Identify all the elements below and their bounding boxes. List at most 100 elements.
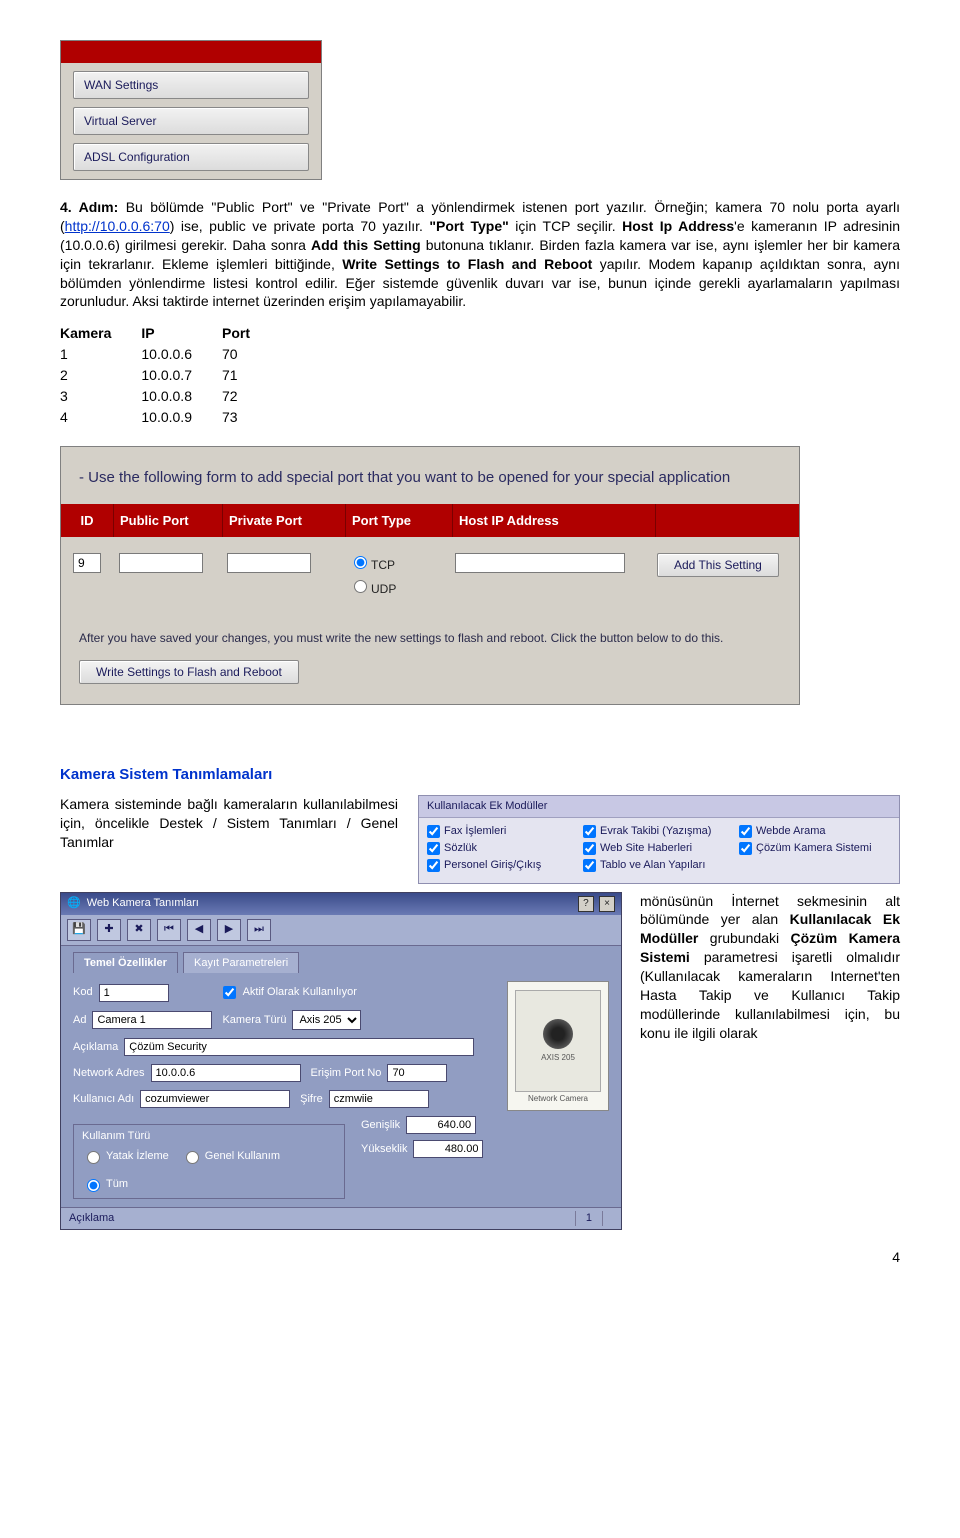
ad-label: Ad [73, 1013, 86, 1028]
section-heading-kamera-sistem: Kamera Sistem Tanımlamaları [60, 765, 900, 785]
th-ip: IP [141, 323, 222, 344]
aktif-checkbox[interactable] [223, 986, 236, 999]
tab-temel[interactable]: Temel Özellikler [73, 952, 178, 974]
mod-evrak[interactable]: Evrak Takibi (Yazışma) [583, 824, 735, 839]
gen-label: Genişlik [361, 1118, 400, 1133]
col-port-type: Port Type [346, 504, 453, 538]
aciklama-label: Açıklama [73, 1040, 118, 1055]
menu-wan-settings[interactable]: WAN Settings [73, 71, 309, 99]
add-this-setting-button[interactable]: Add This Setting [657, 553, 779, 577]
step4-lead: 4. Adım: [60, 199, 118, 215]
mod-fax[interactable]: Fax İşlemleri [427, 824, 579, 839]
section2-left-text: Kamera sisteminde bağlı kameraların kull… [60, 795, 398, 852]
col-private-port: Private Port [223, 504, 346, 538]
table-row: 110.0.0.670 [60, 344, 280, 365]
wk-toolbar: 💾 ✚ ✖ ⏮ ◀ ▶ ⏭ [61, 915, 621, 946]
user-label: Kullanıcı Adı [73, 1092, 134, 1107]
ek-moduller-title: Kullanılacak Ek Modüller [419, 796, 899, 818]
new-icon[interactable]: ✚ [97, 919, 121, 941]
right-text-block: mönüsünün İnternet sekmesinin alt bölümü… [640, 892, 900, 1043]
status-count: 1 [586, 1211, 603, 1226]
delete-icon[interactable]: ✖ [127, 919, 151, 941]
vs-hint-text: - Use the following form to add special … [61, 447, 799, 504]
nav-last-icon[interactable]: ⏭ [247, 919, 271, 941]
mod-tablo-alan[interactable]: Tablo ve Alan Yapıları [583, 858, 735, 873]
kullanim-turu-box: Kullanım Türü Yatak İzleme Genel Kullanı… [73, 1124, 345, 1199]
port-label: Erişim Port No [311, 1066, 382, 1081]
private-port-input[interactable] [227, 553, 311, 573]
paragraph-step4: 4. Adım: Bu bölümde "Public Port" ve "Pr… [60, 198, 900, 311]
host-ip-input[interactable] [455, 553, 625, 573]
th-kamera: Kamera [60, 323, 141, 344]
vs-input-row: TCP UDP Add This Setting [61, 537, 799, 615]
radio-udp-label[interactable]: UDP [349, 577, 443, 597]
menu-virtual-server[interactable]: Virtual Server [73, 107, 309, 135]
yuk-label: Yükseklik [361, 1142, 407, 1157]
naddr-input[interactable] [151, 1064, 301, 1082]
radio-udp[interactable] [354, 580, 367, 593]
radio-tcp-label[interactable]: TCP [349, 553, 443, 573]
nav-next-icon[interactable]: ▶ [217, 919, 241, 941]
wk-title: Web Kamera Tanımları [87, 896, 570, 911]
gen-input[interactable] [406, 1116, 476, 1134]
opt-tum[interactable]: Tüm [82, 1176, 128, 1192]
turu-label: Kamera Türü [222, 1013, 286, 1028]
write-settings-reboot-button[interactable]: Write Settings to Flash and Reboot [79, 660, 299, 684]
example-url-link[interactable]: http://10.0.0.6:70 [65, 218, 170, 234]
naddr-label: Network Adres [73, 1066, 145, 1081]
mod-webde-arama[interactable]: Webde Arama [739, 824, 891, 839]
save-icon[interactable]: 💾 [67, 919, 91, 941]
wk-titlebar: 🌐 Web Kamera Tanımları ? × [61, 893, 621, 915]
aktif-label: Aktif Olarak Kullanılıyor [243, 985, 357, 1000]
tab-kayit[interactable]: Kayıt Parametreleri [183, 952, 299, 974]
col-public-port: Public Port [114, 504, 223, 538]
menu-adsl-config[interactable]: ADSL Configuration [73, 143, 309, 171]
turu-select[interactable]: Axis 205 [292, 1010, 361, 1030]
mod-sozluk[interactable]: Sözlük [427, 841, 579, 856]
table-row: 410.0.0.973 [60, 407, 280, 428]
nav-prev-icon[interactable]: ◀ [187, 919, 211, 941]
th-port: Port [222, 323, 280, 344]
opt-genel[interactable]: Genel Kullanım [181, 1148, 280, 1164]
help-icon[interactable]: ? [578, 896, 594, 912]
menu-header-bar [61, 41, 321, 63]
virtual-server-panel: - Use the following form to add special … [60, 446, 800, 705]
kullanim-title: Kullanım Türü [82, 1129, 336, 1144]
mod-empty [739, 858, 891, 873]
mod-web-haber[interactable]: Web Site Haberleri [583, 841, 735, 856]
mod-cozum-kamera[interactable]: Çözüm Kamera Sistemi [739, 841, 891, 856]
ek-moduller-panel: Kullanılacak Ek Modüller Fax İşlemleri E… [418, 795, 900, 883]
kod-label: Kod [73, 985, 93, 1000]
vs-header-row: ID Public Port Private Port Port Type Ho… [61, 504, 799, 538]
port-input[interactable] [387, 1064, 447, 1082]
router-menu-panel: WAN Settings Virtual Server ADSL Configu… [60, 40, 322, 180]
col-action [656, 504, 799, 538]
yuk-input[interactable] [413, 1140, 483, 1158]
kod-input[interactable] [99, 984, 169, 1002]
wk-statusbar: Açıklama 1 [61, 1207, 621, 1229]
wk-tabs: Temel Özellikler Kayıt Parametreleri [61, 946, 621, 974]
col-id: ID [61, 504, 114, 538]
public-port-input[interactable] [119, 553, 203, 573]
camera-ip-table: Kamera IP Port 110.0.0.670 210.0.0.771 3… [60, 323, 280, 427]
user-input[interactable] [140, 1090, 290, 1108]
table-row: 310.0.0.872 [60, 386, 280, 407]
mod-personel[interactable]: Personel Giriş/Çıkış [427, 858, 579, 873]
status-label: Açıklama [69, 1211, 576, 1226]
opt-yatak[interactable]: Yatak İzleme [82, 1148, 169, 1164]
ad-input[interactable] [92, 1011, 212, 1029]
web-kamera-window: 🌐 Web Kamera Tanımları ? × 💾 ✚ ✖ ⏮ ◀ ▶ ⏭… [60, 892, 622, 1231]
camera-preview: AXIS 205 Network Camera [507, 981, 609, 1111]
id-input[interactable] [73, 553, 101, 573]
vs-footer-text: After you have saved your changes, you m… [79, 630, 781, 646]
radio-tcp[interactable] [354, 556, 367, 569]
table-row: 210.0.0.771 [60, 365, 280, 386]
pass-label: Şifre [300, 1092, 323, 1107]
aciklama-input[interactable] [124, 1038, 474, 1056]
col-host-ip: Host IP Address [453, 504, 656, 538]
pass-input[interactable] [329, 1090, 429, 1108]
close-icon[interactable]: × [599, 896, 615, 912]
globe-icon: 🌐 [67, 896, 81, 911]
page-number: 4 [60, 1248, 900, 1267]
nav-first-icon[interactable]: ⏮ [157, 919, 181, 941]
